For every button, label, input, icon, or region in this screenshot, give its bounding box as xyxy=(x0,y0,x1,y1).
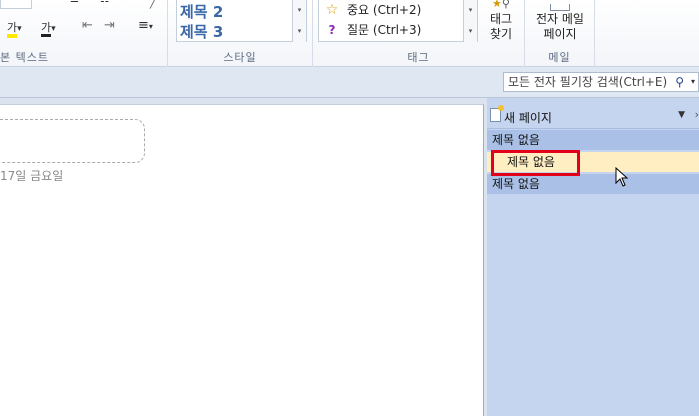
email-page-label-2: 페이지 xyxy=(543,27,577,41)
search-scope-dropdown-icon[interactable]: ▾ xyxy=(691,73,695,91)
email-label: 메일 xyxy=(548,51,571,64)
tag-question-label: 질문 (Ctrl+3) xyxy=(347,23,422,37)
style-heading-3[interactable]: 제목 3 xyxy=(180,21,223,42)
chevron-down-icon[interactable]: ▼ xyxy=(678,110,685,120)
email-page-button[interactable]: 전자 메일 페이지 xyxy=(525,0,595,42)
email-group: 전자 메일 페이지 메일 xyxy=(525,0,595,67)
find-tags-button[interactable]: ★⚲ 태그 찾기 xyxy=(481,0,521,42)
email-page-label-1: 전자 메일 xyxy=(536,12,584,26)
tags-group: ☆ 중요 (Ctrl+2) ? 질문 (Ctrl+3) ▾ ▾ ★⚲ 태그 찾기 태… xyxy=(313,0,525,67)
gallery-more-icon[interactable]: ▾ xyxy=(292,21,306,42)
page-area: 17일 금요일 xyxy=(0,98,487,416)
new-page-label: 새 페이지 xyxy=(504,111,552,125)
highlighter-icon: 가 xyxy=(7,21,18,38)
tags-scroll-icon[interactable]: ▾ xyxy=(463,0,477,21)
style-heading-2[interactable]: 제목 2 xyxy=(180,1,223,22)
new-page-button[interactable]: 새 페이지 ▼ › xyxy=(487,104,699,129)
question-icon: ? xyxy=(328,23,336,37)
align-icon[interactable]: ≡▾ xyxy=(138,18,153,33)
page-date: 17일 금요일 xyxy=(0,169,64,183)
indent-icon[interactable]: ⇥ xyxy=(104,18,115,33)
collapse-pane-icon[interactable]: › xyxy=(695,108,699,121)
new-page-icon xyxy=(490,105,504,122)
highlight-button[interactable]: 가▾ xyxy=(7,19,22,38)
chevron-down-icon: ▾ xyxy=(51,24,56,34)
font-size-box[interactable] xyxy=(0,0,32,9)
page-tab[interactable]: 제목 없음 xyxy=(487,130,699,150)
styles-gallery[interactable]: 제목 2 제목 3 ▾ ▾ xyxy=(176,0,307,42)
clear-format-icon[interactable]: ╱ xyxy=(150,0,157,9)
styles-group: 제목 2 제목 3 ▾ ▾ 스타일 xyxy=(168,0,313,67)
font-color-button[interactable]: 가▾ xyxy=(41,19,56,37)
chevron-down-icon: ▾ xyxy=(17,24,22,34)
outdent-icon[interactable]: ⇤ xyxy=(82,18,93,33)
basic-text-label: 본 텍스트 xyxy=(0,51,49,64)
email-icon xyxy=(525,0,595,12)
page-title-box[interactable] xyxy=(0,119,145,163)
tag-question[interactable]: ? 질문 (Ctrl+3) xyxy=(323,20,422,40)
search-placeholder: 모든 전자 필기장 검색(Ctrl+E) xyxy=(508,75,668,89)
tags-gallery[interactable]: ☆ 중요 (Ctrl+2) ? 질문 (Ctrl+3) ▾ ▾ xyxy=(318,0,478,42)
bullets-icon[interactable]: ☰ xyxy=(70,0,79,5)
ribbon: ☰ ☷ ╱ 가▾ 가▾ ⇤ ⇥ ≡▾ 본 텍스트 제목 2 제목 3 ▾ ▾ 스… xyxy=(0,0,699,67)
find-tags-label-2: 찾기 xyxy=(489,27,513,41)
find-tags-icon: ★⚲ xyxy=(492,0,510,10)
basic-text-group: ☰ ☷ ╱ 가▾ 가▾ ⇤ ⇥ ≡▾ 본 텍스트 xyxy=(0,0,168,67)
star-icon: ☆ xyxy=(325,2,339,18)
red-highlight-box xyxy=(491,150,580,176)
find-tags-label-1: 태그 xyxy=(489,12,513,26)
page-tab[interactable]: 제목 없음 xyxy=(487,174,699,194)
gallery-scroll-down-icon[interactable]: ▾ xyxy=(292,0,306,21)
search-icon[interactable]: ⚲ xyxy=(675,73,684,91)
search-input[interactable]: 모든 전자 필기장 검색(Ctrl+E) ⚲ ▾ xyxy=(503,72,699,92)
font-color-icon: 가 xyxy=(41,21,52,37)
search-bar-row: 모든 전자 필기장 검색(Ctrl+E) ⚲ ▾ xyxy=(0,67,699,98)
numbering-icon[interactable]: ☷ xyxy=(100,0,109,5)
page-tabs-pane: 새 페이지 ▼ › 제목 없음 제목 없음 제목 없음 xyxy=(487,98,699,416)
tags-more-icon[interactable]: ▾ xyxy=(463,21,477,42)
tag-important-label: 중요 (Ctrl+2) xyxy=(347,3,422,17)
tags-label: 태그 xyxy=(407,51,430,64)
tag-important[interactable]: ☆ 중요 (Ctrl+2) xyxy=(323,0,422,20)
note-page[interactable]: 17일 금요일 xyxy=(0,104,484,416)
styles-label: 스타일 xyxy=(223,51,257,64)
mouse-cursor-icon xyxy=(615,167,629,187)
